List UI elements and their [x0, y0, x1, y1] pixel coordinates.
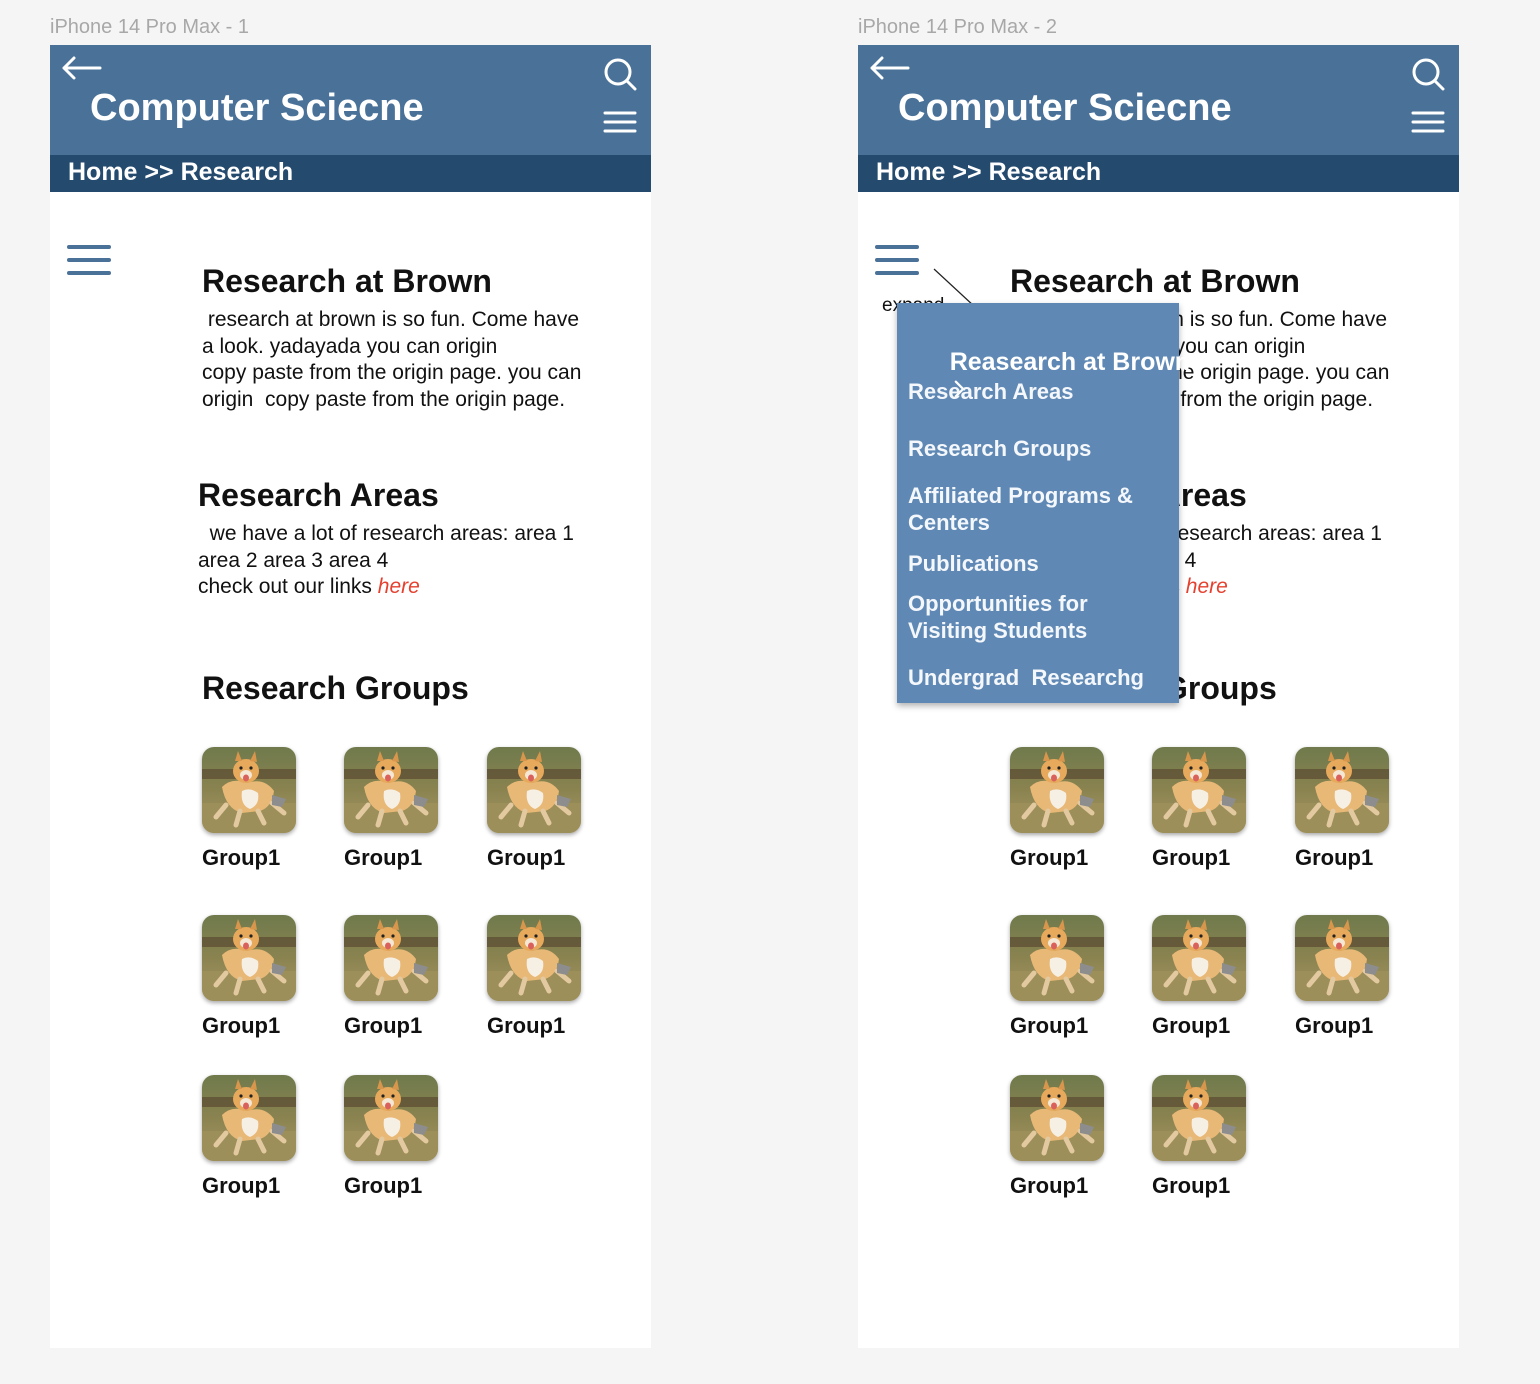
group-thumbnail	[1152, 747, 1246, 833]
research-group-card[interactable]: Group1	[1152, 747, 1252, 887]
group-label: Group1	[1010, 845, 1089, 870]
breadcrumb-current: Research	[180, 158, 294, 186]
group-label: Group1	[487, 1013, 566, 1038]
research-group-card[interactable]: Group1	[1010, 747, 1110, 887]
breadcrumb-current: Research	[988, 158, 1102, 186]
hamburger-menu-icon[interactable]	[603, 109, 637, 135]
menu-item-research-groups[interactable]: Research Groups	[908, 435, 1091, 462]
phone-frame-1: Computer Sciecne Home >> Research Resear…	[50, 45, 651, 1348]
hamburger-menu-icon[interactable]	[1411, 109, 1445, 135]
research-group-card[interactable]: Group1	[1152, 915, 1252, 1055]
group-thumbnail	[487, 915, 581, 1001]
group-thumbnail	[1010, 1075, 1104, 1161]
here-link[interactable]: here	[1186, 575, 1228, 598]
breadcrumb-home[interactable]: Home	[876, 158, 945, 186]
menu-item-visiting-students[interactable]: Opportunities for Visiting Students	[908, 590, 1088, 644]
research-group-card[interactable]: Group1	[344, 915, 444, 1055]
research-group-card[interactable]: Group1	[1010, 1075, 1110, 1215]
research-group-card[interactable]: Group1	[202, 747, 302, 887]
menu-item-undergrad-research[interactable]: Undergrad Researchg	[908, 664, 1144, 691]
research-group-card[interactable]: Group1	[487, 915, 587, 1055]
side-menu-hamburger-icon[interactable]	[67, 243, 111, 277]
research-group-card[interactable]: Group1	[344, 1075, 444, 1215]
side-dropdown-menu: Reasearch at Brown Research Areas Resear…	[897, 303, 1190, 703]
heading-research-groups: Research Groups	[202, 670, 469, 706]
breadcrumb-home[interactable]: Home	[68, 158, 137, 186]
menu-item-publications[interactable]: Publications	[908, 550, 1039, 577]
group-thumbnail	[344, 747, 438, 833]
research-group-card[interactable]: Group1	[487, 747, 587, 887]
group-thumbnail	[202, 915, 296, 1001]
heading-research-at-brown: Research at Brown	[1010, 263, 1300, 299]
research-group-card[interactable]: Group1	[344, 747, 444, 887]
group-thumbnail	[1295, 747, 1389, 833]
heading-research-areas: Research Areas	[198, 477, 439, 513]
group-thumbnail	[1010, 747, 1104, 833]
breadcrumb: Home >> Research	[50, 155, 651, 192]
breadcrumb: Home >> Research	[858, 155, 1459, 192]
back-arrow-icon[interactable]	[60, 55, 102, 81]
side-menu-hamburger-icon[interactable]	[875, 243, 919, 277]
group-label: Group1	[1010, 1013, 1089, 1038]
research-group-card[interactable]: Group1	[1295, 915, 1395, 1055]
group-label: Group1	[1010, 1173, 1089, 1198]
frame-label-2: iPhone 14 Pro Max - 2	[858, 16, 1057, 38]
heading-research-at-brown: Research at Brown	[202, 263, 492, 299]
app-title: Computer Sciecne	[90, 87, 424, 129]
breadcrumb-separator: >>	[952, 158, 982, 186]
group-thumbnail	[1152, 915, 1246, 1001]
group-label: Group1	[1295, 845, 1374, 870]
frame-label-1: iPhone 14 Pro Max - 1	[50, 16, 249, 38]
group-label: Group1	[1152, 845, 1231, 870]
app-header: Computer Sciecne	[50, 45, 651, 155]
group-thumbnail	[344, 1075, 438, 1161]
group-label: Group1	[202, 1013, 281, 1038]
app-title: Computer Sciecne	[898, 87, 1232, 129]
areas-description: we have a lot of research areas: area 1 …	[198, 521, 574, 601]
back-arrow-icon[interactable]	[868, 55, 910, 81]
group-label: Group1	[487, 845, 566, 870]
group-label: Group1	[344, 1013, 423, 1038]
group-label: Group1	[344, 845, 423, 870]
group-thumbnail	[202, 1075, 296, 1161]
menu-item-label: Reasearch at Brown	[949, 348, 1191, 376]
group-thumbnail	[1152, 1075, 1246, 1161]
search-icon[interactable]	[603, 57, 637, 91]
group-label: Group1	[1295, 1013, 1374, 1038]
group-label: Group1	[202, 1173, 281, 1198]
group-label: Group1	[344, 1173, 423, 1198]
group-thumbnail	[487, 747, 581, 833]
menu-item-affiliated-programs[interactable]: Affiliated Programs & Centers	[908, 482, 1133, 536]
group-thumbnail	[344, 915, 438, 1001]
group-thumbnail	[202, 747, 296, 833]
research-group-card[interactable]: Group1	[1010, 915, 1110, 1055]
research-group-card[interactable]: Group1	[202, 1075, 302, 1215]
brown-description: research at brown is so fun. Come have a…	[202, 308, 582, 411]
research-group-card[interactable]: Group1	[1295, 747, 1395, 887]
menu-item-research-areas[interactable]: Research Areas	[908, 378, 1074, 405]
menu-item-research-at-brown[interactable]: Reasearch at Brown	[908, 322, 1190, 430]
group-label: Group1	[1152, 1173, 1231, 1198]
research-group-card[interactable]: Group1	[202, 915, 302, 1055]
here-link[interactable]: here	[378, 575, 420, 598]
group-thumbnail	[1295, 915, 1389, 1001]
group-label: Group1	[202, 845, 281, 870]
group-thumbnail	[1010, 915, 1104, 1001]
app-header: Computer Sciecne	[858, 45, 1459, 155]
search-icon[interactable]	[1411, 57, 1445, 91]
research-group-card[interactable]: Group1	[1152, 1075, 1252, 1215]
breadcrumb-separator: >>	[144, 158, 174, 186]
group-label: Group1	[1152, 1013, 1231, 1038]
phone-frame-2: Computer Sciecne Home >> Research Resear…	[858, 45, 1459, 1348]
